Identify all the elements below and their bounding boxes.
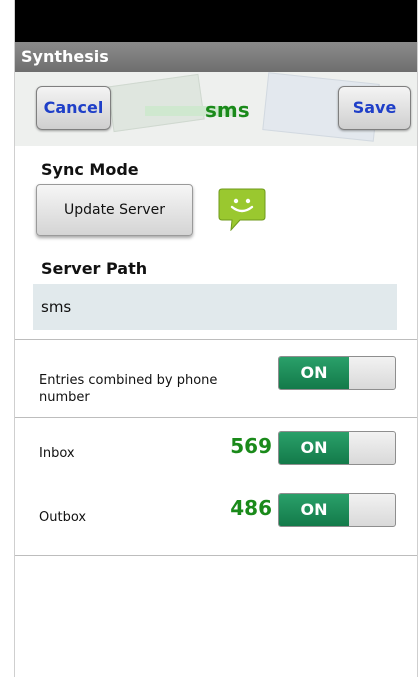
header-background-decoration xyxy=(107,73,205,133)
header-bar: Cancel sms Save xyxy=(15,72,417,146)
cancel-button[interactable]: Cancel xyxy=(36,86,111,130)
app-title-bar: Synthesis xyxy=(15,42,417,72)
outbox-toggle-on: ON xyxy=(279,494,349,526)
inbox-count: 569 xyxy=(230,434,272,458)
inbox-toggle[interactable]: ON xyxy=(278,431,396,465)
outbox-toggle[interactable]: ON xyxy=(278,493,396,527)
outbox-label: Outbox xyxy=(39,510,87,525)
app-title: Synthesis xyxy=(21,47,109,66)
status-bar xyxy=(15,0,417,42)
inbox-label: Inbox xyxy=(39,446,75,461)
page-title: sms xyxy=(205,98,250,122)
outbox-count: 486 xyxy=(230,496,272,520)
divider xyxy=(15,555,417,556)
save-button[interactable]: Save xyxy=(338,86,411,130)
divider xyxy=(15,339,417,340)
sync-mode-label: Sync Mode xyxy=(41,160,139,179)
phone-screen: Synthesis Cancel sms Save Sync Mode Upda… xyxy=(14,0,418,677)
server-path-label: Server Path xyxy=(41,259,148,278)
entries-combined-toggle-on: ON xyxy=(279,357,349,389)
divider xyxy=(15,417,417,418)
update-server-button[interactable]: Update Server xyxy=(36,184,193,236)
sms-smiley-icon xyxy=(218,188,266,231)
entries-combined-toggle[interactable]: ON xyxy=(278,356,396,390)
server-path-field[interactable]: sms xyxy=(33,284,397,330)
inbox-toggle-on: ON xyxy=(279,432,349,464)
entries-combined-label: Entries combined by phone number xyxy=(39,373,218,405)
